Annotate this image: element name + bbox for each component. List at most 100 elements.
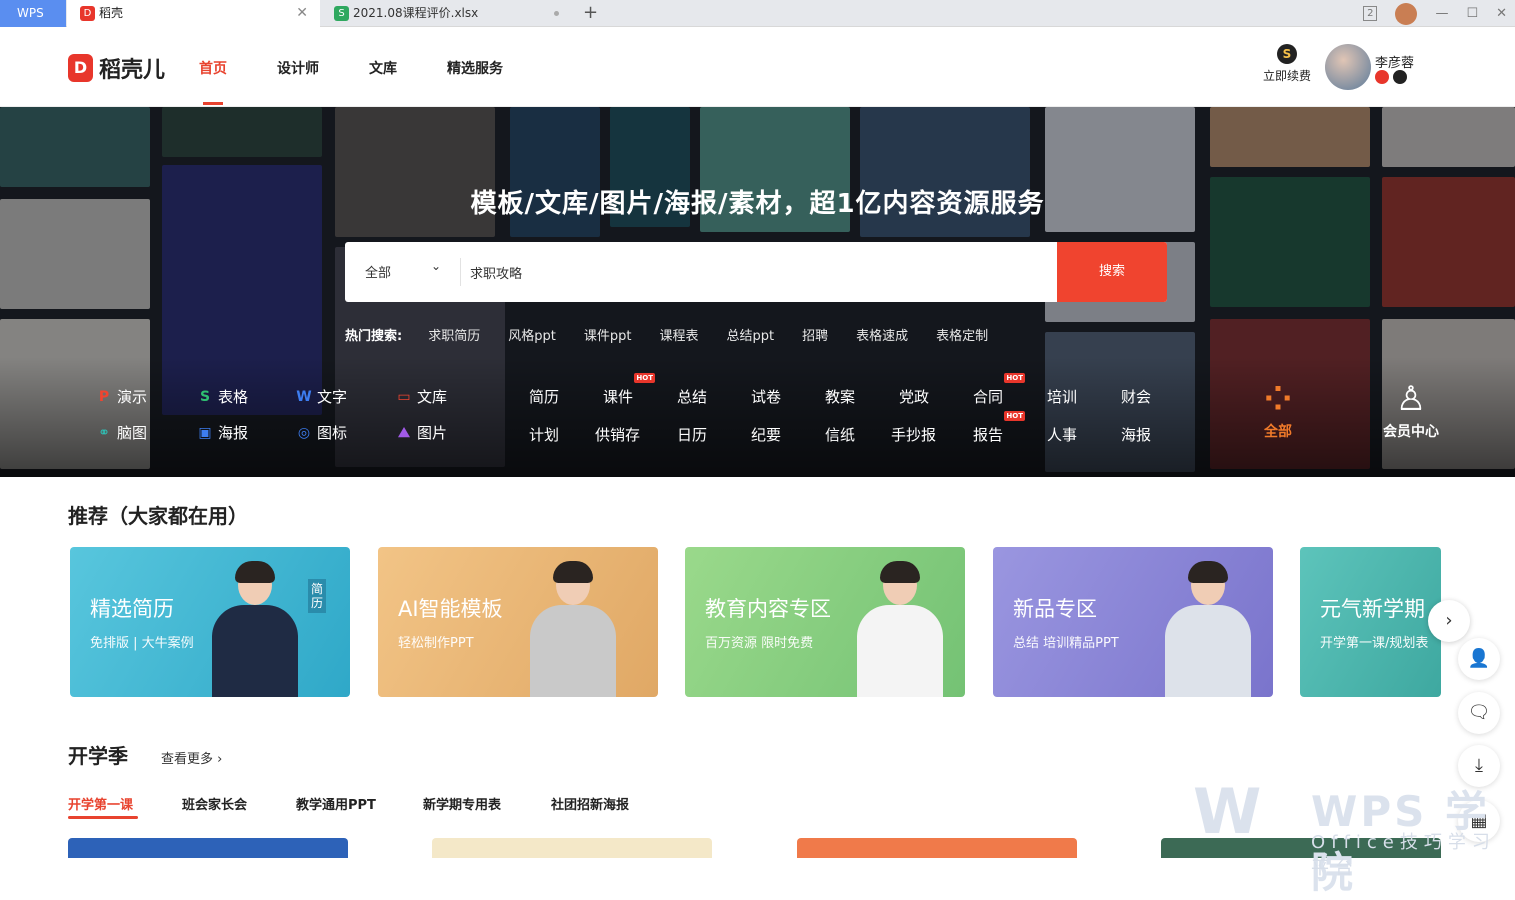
category-writer[interactable]: W 文字 (296, 386, 347, 407)
maximize-icon[interactable]: ☐ (1466, 6, 1478, 21)
chevron-down-icon[interactable]: ⌄ (431, 259, 441, 273)
close-window-icon[interactable]: ✕ (1496, 6, 1507, 21)
quick-link[interactable]: 试卷 (751, 386, 781, 407)
category-label: 文字 (317, 388, 348, 406)
quick-link-label: 报告 (973, 426, 1004, 444)
quick-link[interactable]: 报告 HOT (973, 411, 1026, 445)
nav-library[interactable]: 文库 (369, 58, 397, 78)
tab-teaching-ppt[interactable]: 教学通用PPT (296, 794, 376, 813)
category-iconset[interactable]: ◎ 图标 (296, 422, 347, 443)
nav-home[interactable]: 首页 (199, 58, 227, 78)
quick-link[interactable]: 培训 (1047, 386, 1077, 407)
view-more-link[interactable]: 查看更多 › (161, 748, 222, 767)
tab-club-poster[interactable]: 社团招新海报 (551, 794, 629, 813)
user-icon: 👤 (1467, 648, 1491, 669)
quick-link[interactable]: 人事 (1047, 424, 1077, 445)
hot-keyword[interactable]: 课程表 (659, 325, 698, 344)
hot-keyword[interactable]: 风格ppt (508, 325, 556, 344)
category-ppt[interactable]: P 演示 (96, 386, 147, 407)
member-center-button[interactable]: ♙ 会员中心 (1376, 377, 1446, 441)
chevron-right-icon: › (1445, 610, 1453, 631)
quick-link[interactable]: 信纸 (825, 424, 855, 445)
renew-label: 立即续费 (1262, 69, 1311, 83)
quick-link[interactable]: 合同 HOT (973, 373, 1026, 407)
category-poster[interactable]: ▣ 海报 (197, 422, 248, 443)
quick-link[interactable]: 手抄报 (891, 424, 936, 445)
card-person-image (855, 559, 945, 697)
docer-logo[interactable]: D 稻壳儿 (68, 52, 165, 84)
category-label: 海报 (218, 424, 249, 442)
window-controls: 2 — ☐ ✕ (1363, 0, 1507, 27)
tab-first-class[interactable]: 开学第一课 (68, 794, 133, 813)
wps-academy-watermark: W WPS 学院 Office技巧学习平台 (1193, 776, 1515, 898)
template-thumbnail[interactable] (68, 838, 348, 858)
username[interactable]: 李彦蓉 (1375, 52, 1414, 71)
window-count-icon[interactable]: 2 (1363, 6, 1378, 21)
template-thumbnail[interactable] (797, 838, 1077, 858)
hot-keyword[interactable]: 求职简历 (428, 325, 480, 344)
tab-semester-sheet[interactable]: 新学期专用表 (423, 794, 501, 813)
tab-spreadsheet[interactable]: S 2021.08课程评价.xlsx (321, 0, 571, 27)
hot-keyword[interactable]: 总结ppt (726, 325, 774, 344)
tab-docer[interactable]: D 稻壳 ✕ (67, 0, 320, 27)
search-category-select[interactable]: 全部 (365, 262, 391, 281)
category-image[interactable]: ⛰ 图片 (396, 422, 447, 443)
account-avatar[interactable] (1395, 2, 1418, 25)
card-title: 新品专区 (1013, 597, 1097, 621)
card-person-image (1163, 559, 1253, 697)
recommend-card[interactable]: 元气新学期 开学第一课/规划表 (1300, 547, 1441, 697)
hot-keyword[interactable]: 招聘 (802, 325, 828, 344)
quick-link[interactable]: 供销存 (595, 424, 640, 445)
category-label: 文库 (417, 388, 448, 406)
quick-link[interactable]: 海报 (1121, 424, 1151, 445)
nav-services[interactable]: 精选服务 (447, 58, 503, 78)
recommend-card[interactable]: AI智能模板 轻松制作PPT (378, 547, 658, 697)
quick-link[interactable]: 课件 HOT (603, 373, 656, 407)
hot-keyword[interactable]: 表格速成 (856, 325, 908, 344)
user-avatar[interactable] (1325, 44, 1371, 90)
all-categories-button[interactable]: ⁘ 全部 (1248, 377, 1308, 441)
quick-link[interactable]: 党政 (899, 386, 929, 407)
category-sheet[interactable]: S 表格 (197, 386, 248, 407)
minimize-icon[interactable]: — (1435, 6, 1448, 21)
category-mindmap[interactable]: ⚭ 脑图 (96, 422, 147, 443)
recommend-card[interactable]: 教育内容专区 百万资源 限时免费 (685, 547, 965, 697)
docer-icon: D (80, 6, 95, 21)
recommend-card[interactable]: 精选简历 免排版 | 大牛案例 简历 (70, 547, 350, 697)
quick-link[interactable]: 计划 (529, 424, 559, 445)
quick-link[interactable]: 教案 (825, 386, 855, 407)
profile-float-button[interactable]: 👤 (1458, 638, 1500, 680)
tab-class-meeting[interactable]: 班会家长会 (182, 794, 247, 813)
category-label: 图片 (417, 424, 448, 442)
close-icon[interactable]: ✕ (296, 0, 308, 27)
quick-link-label: 课件 (603, 388, 634, 406)
coin-icon: S (1277, 44, 1297, 64)
hot-badge: HOT (1004, 411, 1026, 421)
recommend-card[interactable]: 新品专区 总结 培训精品PPT (993, 547, 1273, 697)
quick-link[interactable]: 财会 (1121, 386, 1151, 407)
nav-designer[interactable]: 设计师 (277, 58, 319, 78)
hot-keyword[interactable]: 课件ppt (584, 325, 632, 344)
quick-link[interactable]: 纪要 (751, 424, 781, 445)
new-tab-button[interactable]: + (583, 0, 598, 26)
renew-button[interactable]: S 立即续费 (1262, 44, 1312, 84)
hot-keyword[interactable]: 表格定制 (936, 325, 988, 344)
card-tag: 简历 (308, 579, 326, 613)
quick-link[interactable]: 简历 (529, 386, 559, 407)
tab-active-indicator (68, 816, 138, 819)
category-library[interactable]: ▭ 文库 (396, 386, 447, 407)
quick-link[interactable]: 总结 (677, 386, 707, 407)
quick-link[interactable]: 日历 (677, 424, 707, 445)
carousel-next-button[interactable]: › (1428, 600, 1470, 642)
template-thumbnail[interactable] (432, 838, 712, 858)
docer-logo-icon: D (68, 54, 93, 82)
tab-label: 2021.08课程评价.xlsx (353, 6, 479, 20)
feedback-float-button[interactable]: 🗨 (1458, 692, 1500, 734)
search-input[interactable] (470, 256, 1050, 288)
school-section-title: 开学季 (68, 744, 128, 768)
hot-badge: HOT (1004, 373, 1026, 383)
wps-menu-button[interactable]: WPS (0, 0, 66, 27)
card-subtitle: 免排版 | 大牛案例 (90, 636, 194, 651)
mindmap-icon: ⚭ (98, 424, 110, 441)
search-button[interactable]: 搜索 (1057, 242, 1167, 302)
